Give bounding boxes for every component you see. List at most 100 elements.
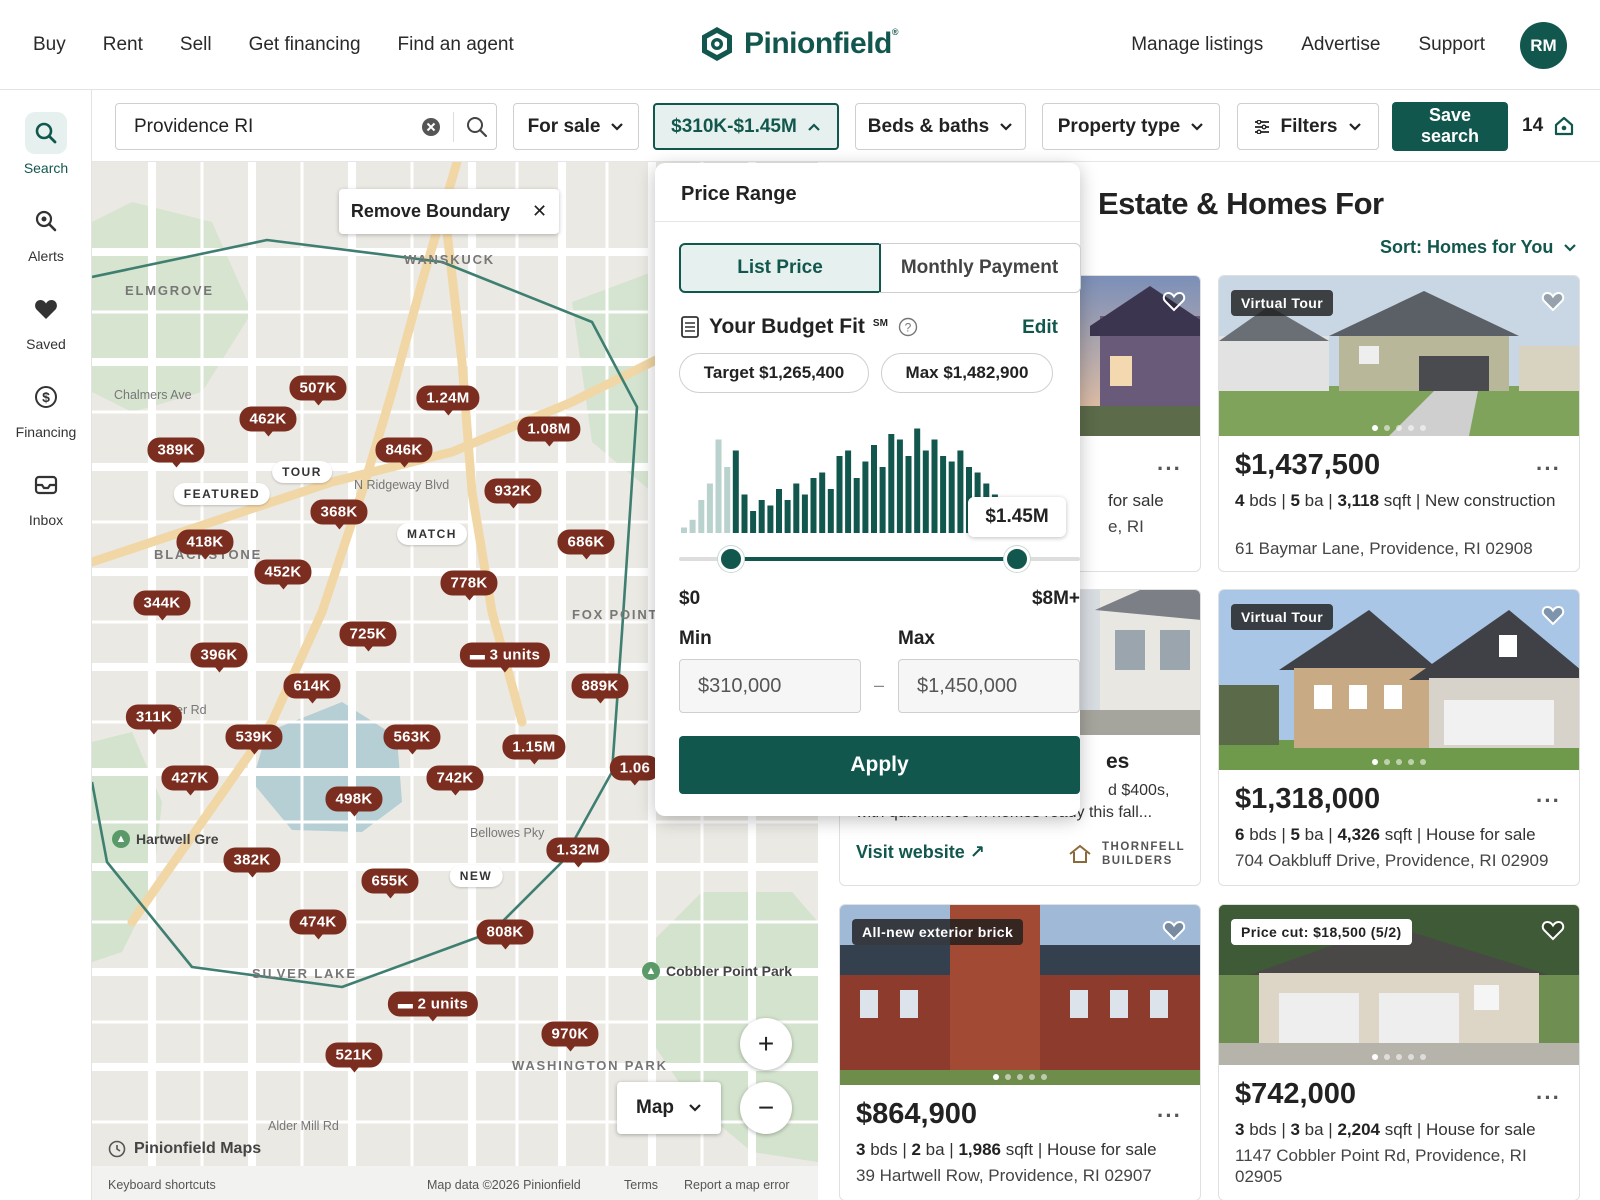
map-tag-new[interactable]: NEW [449, 865, 503, 887]
map-price-pin[interactable]: 507K [289, 375, 347, 406]
save-search-button[interactable]: Save search [1392, 102, 1508, 151]
rail-item-search[interactable]: Search [0, 112, 92, 176]
map-price-pin[interactable]: 344K [133, 590, 191, 621]
nav-find-agent[interactable]: Find an agent [398, 34, 514, 56]
edit-budget-link[interactable]: Edit [1022, 317, 1058, 339]
map-price-pin[interactable]: 396K [190, 642, 248, 673]
more-options-icon[interactable]: ··· [1536, 456, 1561, 482]
target-chip[interactable]: Target $1,265,400 [679, 353, 869, 393]
carousel-dots[interactable] [1219, 1047, 1579, 1065]
report-map-error-link[interactable]: Report a map error [684, 1178, 790, 1192]
beds-baths-dropdown[interactable]: Beds & baths [855, 103, 1026, 150]
nav-support[interactable]: Support [1418, 34, 1485, 56]
visit-website-link[interactable]: Visit website ↗ [856, 842, 985, 863]
map-price-pin[interactable]: 742K [426, 765, 484, 796]
brand-logo[interactable]: Pinionfield® [700, 26, 898, 62]
carousel-dots[interactable] [840, 1067, 1200, 1085]
map-price-pin[interactable]: 462K [239, 406, 297, 437]
more-options-icon[interactable]: ··· [1536, 1085, 1561, 1111]
heart-icon[interactable] [1162, 290, 1186, 317]
more-options-icon[interactable]: ··· [1157, 456, 1182, 482]
map-price-pin[interactable]: 1.15M [502, 734, 566, 765]
nav-sell[interactable]: Sell [180, 34, 212, 56]
for-sale-dropdown[interactable]: For sale [513, 103, 639, 150]
sort-dropdown[interactable]: Sort: Homes for You [1380, 237, 1577, 258]
map-price-pin[interactable]: 808K [476, 919, 534, 950]
map-price-pin[interactable]: 725K [339, 621, 397, 652]
slider-handle-max[interactable] [1003, 546, 1030, 572]
max-price-input[interactable] [898, 659, 1080, 713]
listing-card[interactable]: All-new exterior brick $864,900 ··· 3 bd… [839, 904, 1201, 1200]
map-price-pin[interactable]: 614K [283, 673, 341, 704]
rail-item-financing[interactable]: $ Financing [0, 376, 92, 440]
map-price-pin[interactable]: 418K [176, 529, 234, 560]
listing-card[interactable]: Virtual Tour $1,318,000 ··· 6 bds | 5 ba… [1218, 589, 1580, 886]
listing-card[interactable]: Virtual Tour $1,437,500 ··· 4 bds | 5 ba… [1218, 275, 1580, 572]
map-price-pin[interactable]: 686K [557, 529, 615, 560]
map-price-pin[interactable]: 389K [147, 437, 205, 468]
more-options-icon[interactable]: ··· [1157, 1103, 1182, 1129]
nav-get-financing[interactable]: Get financing [249, 34, 361, 56]
map-tag-featured[interactable]: FEATURED [173, 483, 271, 505]
map-price-pin[interactable]: ▬ 3 units [459, 642, 551, 673]
saved-homes-count[interactable]: 14 [1522, 115, 1575, 137]
rail-item-saved[interactable]: Saved [0, 288, 92, 352]
nav-rent[interactable]: Rent [103, 34, 143, 56]
map-price-pin[interactable]: 1.24M [416, 385, 480, 416]
heart-icon[interactable] [1541, 290, 1565, 317]
map-price-pin[interactable]: 498K [325, 786, 383, 817]
property-type-dropdown[interactable]: Property type [1042, 103, 1220, 150]
map-price-pin[interactable]: 368K [310, 499, 368, 530]
heart-icon[interactable] [1541, 604, 1565, 631]
map-type-dropdown[interactable]: Map [617, 1082, 721, 1134]
clear-icon[interactable] [421, 117, 441, 137]
nav-advertise[interactable]: Advertise [1301, 34, 1380, 56]
map-price-pin[interactable]: 311K [125, 704, 183, 735]
apply-button[interactable]: Apply [679, 736, 1080, 794]
map-price-pin[interactable]: 932K [484, 478, 542, 509]
map-price-pin[interactable]: 846K [375, 437, 433, 468]
map-tag-tour[interactable]: TOUR [272, 461, 332, 483]
search-input[interactable] [134, 115, 414, 138]
map-price-pin[interactable]: 427K [161, 765, 219, 796]
map-price-pin[interactable]: 452K [254, 559, 312, 590]
map-price-pin[interactable]: 521K [325, 1042, 383, 1073]
listing-card[interactable]: Price cut: $18,500 (5/2) $742,000 ··· 3 … [1218, 904, 1580, 1200]
map-price-pin[interactable]: 539K [225, 724, 283, 755]
price-dropdown[interactable]: $310K-$1.45M [653, 103, 839, 150]
map-tag-match[interactable]: MATCH [397, 523, 467, 545]
nav-buy[interactable]: Buy [33, 34, 66, 56]
max-chip[interactable]: Max $1,482,900 [881, 353, 1053, 393]
rail-item-inbox[interactable]: Inbox [0, 464, 92, 528]
remove-boundary-button[interactable]: Remove Boundary ✕ [339, 189, 559, 234]
carousel-dots[interactable] [1219, 752, 1579, 770]
filters-dropdown[interactable]: Filters [1237, 103, 1379, 150]
keyboard-shortcuts-link[interactable]: Keyboard shortcuts [108, 1178, 216, 1192]
map-price-pin[interactable]: 474K [289, 909, 347, 940]
nav-manage-listings[interactable]: Manage listings [1131, 34, 1263, 56]
map-price-pin[interactable]: 778K [440, 570, 498, 601]
help-icon[interactable]: ? [898, 317, 918, 337]
map-price-pin[interactable]: 970K [541, 1021, 599, 1052]
heart-icon[interactable] [1541, 919, 1565, 946]
avatar[interactable]: RM [1520, 22, 1567, 69]
rail-item-alerts[interactable]: Alerts [0, 200, 92, 264]
search-icon[interactable] [466, 116, 488, 143]
more-options-icon[interactable]: ··· [1536, 788, 1561, 814]
zoom-in-button[interactable]: + [740, 1018, 792, 1070]
map-price-pin[interactable]: 1.06 [609, 755, 661, 786]
map-price-pin[interactable]: 1.08M [517, 416, 581, 447]
map-terms-link[interactable]: Terms [624, 1178, 658, 1192]
min-price-input[interactable] [679, 659, 861, 713]
map-price-pin[interactable]: 1.32M [546, 837, 610, 868]
map-price-pin[interactable]: ▬ 2 units [387, 991, 479, 1022]
zoom-out-button[interactable]: − [740, 1082, 792, 1134]
tab-list-price[interactable]: List Price [679, 243, 881, 293]
slider-handle-min[interactable] [717, 546, 744, 572]
map-price-pin[interactable]: 655K [361, 868, 419, 899]
map-price-pin[interactable]: 889K [571, 673, 629, 704]
map-price-pin[interactable]: 382K [223, 847, 281, 878]
map-price-pin[interactable]: 563K [383, 724, 441, 755]
heart-icon[interactable] [1162, 919, 1186, 946]
price-slider[interactable] [679, 546, 1080, 572]
